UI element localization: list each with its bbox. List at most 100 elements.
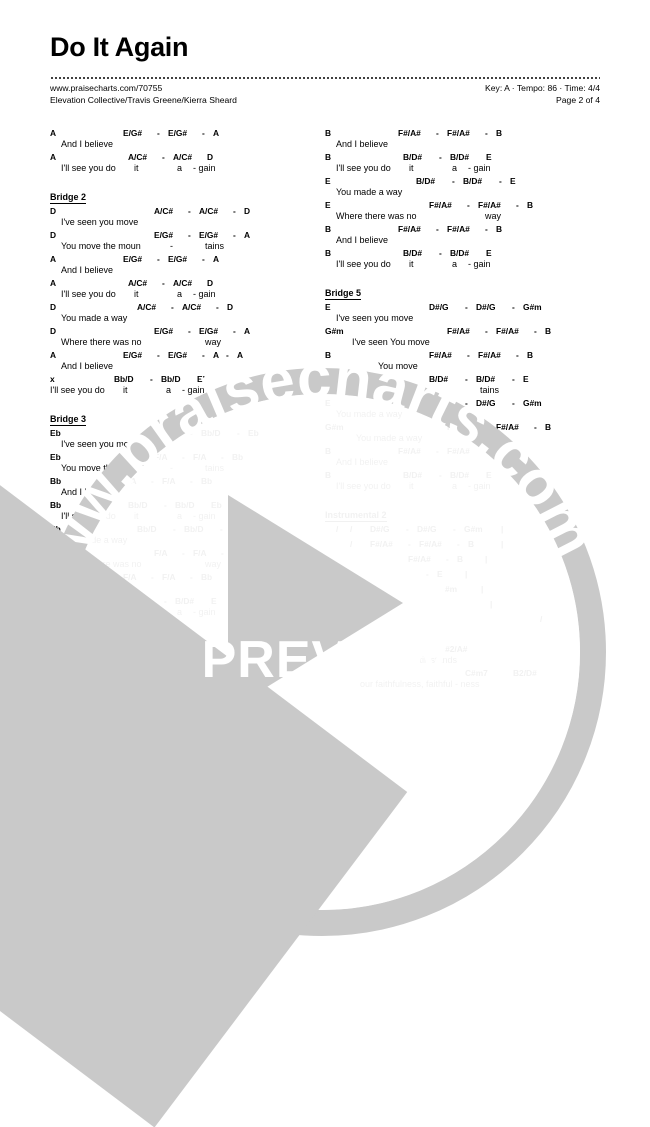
lyric-row: I'll see you do it a - gain — [325, 259, 600, 272]
chord-symbol: - — [221, 452, 224, 462]
chord-lyric-line: D A/C# - A/C# - D You made a way — [50, 302, 325, 326]
chord-symbol: - — [436, 128, 439, 138]
lyric-text: a — [177, 607, 183, 617]
chord-symbol: D — [227, 302, 234, 312]
play-icon — [50, 795, 70, 815]
lyric-row: You made a way — [325, 433, 600, 446]
lyric-text: - — [170, 685, 173, 695]
chord-symbol: B — [325, 248, 332, 258]
chord-lyric-line: E F#/A# - F#/A# You move the moun - tains — [50, 674, 325, 698]
chord-symbol: Bb/D — [137, 524, 157, 534]
chord-symbol: G#m — [325, 422, 344, 432]
chord-row: Bb F/A - F/A - Bb - — [50, 572, 325, 583]
lyric-row: I've seen you move — [325, 313, 600, 326]
chord-row: A E/G# - E/G# - A — [50, 254, 325, 265]
chord-symbol: F#/A# — [203, 674, 226, 684]
chord-symbol: - — [202, 254, 205, 264]
lyric-row: And I believe — [325, 235, 600, 248]
chord-row: B F#/A# - F#/A# - B — [325, 224, 600, 235]
lyric-text: I'll see you do — [61, 607, 116, 617]
chord-symbol: F#/A# — [447, 422, 470, 432]
chord-symbol: D#/G — [429, 398, 449, 408]
chord-symbol: A — [50, 128, 57, 138]
chord-symbol: - — [157, 128, 160, 138]
chord-symbol: F/A — [193, 452, 207, 462]
instrumental-bar: / — [325, 614, 600, 629]
lyric-row: You made a way — [50, 313, 325, 326]
chord-symbol: B/D# — [450, 248, 470, 258]
lyric-text: And I believe — [336, 235, 389, 245]
lyric-row: I'll see you do it a - gain — [325, 163, 600, 176]
chord-row: Bb Bb/D - Bb/D Eb — [50, 500, 325, 511]
instrumental-bar: / F#/A# - F#/A# - B | — [325, 539, 600, 554]
lyric-row: I'll see you do it a - gain — [325, 481, 600, 494]
chord-lyric-line: A E/G# - E/G# - A And I believe — [50, 128, 325, 152]
lyric-row: Where there was no way — [325, 211, 600, 224]
chord-symbol: - — [151, 476, 154, 486]
chord-symbol: A — [50, 278, 57, 288]
chord-lyric-line: A E/G# - E/G# - A And I believe — [50, 254, 325, 278]
lyric-text: Where there was no — [61, 337, 142, 347]
lyric-text: it — [134, 289, 139, 299]
instrumental-bar: - E | — [325, 569, 600, 584]
chord-symbol: - — [516, 200, 519, 210]
lyric-row: You move the moun - tains — [50, 241, 325, 254]
chord-symbol: - — [190, 428, 193, 438]
lyric-row: I'll see you do it a - gain — [50, 163, 325, 176]
lyric-text: - gain — [193, 289, 216, 299]
chord-row: x Bb/D - Bb/D Eb — [50, 374, 325, 385]
chord-symbol: A — [50, 254, 57, 264]
chord-symbol: Bb/D — [161, 374, 181, 384]
chord-lyric-line: Bb F/A - F/A - Bb - And I believe — [50, 572, 325, 596]
lyric-text: And I believe — [61, 487, 114, 497]
chord-lyric-line: A A/C# - A/C# D I'll see you do it a - gain — [50, 278, 325, 302]
chord-symbol: A — [50, 350, 57, 360]
chord-symbol: - — [457, 539, 460, 549]
chord-symbol: E — [211, 596, 217, 606]
lyric-row: You made a way — [325, 187, 600, 200]
chord-symbol: Eb — [50, 452, 61, 462]
lyric-text: way — [205, 337, 222, 347]
chord-symbol: - — [485, 446, 488, 456]
chord-symbol: - — [233, 230, 236, 240]
chord-lyric-line: B B/D# - B/D# - Etains — [325, 374, 600, 398]
chord-lyric-line: B F#/A# - F#/A# - B And I believe — [325, 224, 600, 248]
lyric-text: a — [177, 289, 183, 299]
chord-row: B F#/A# - F#/A# - B — [325, 350, 600, 361]
lyric-text: You made a way — [336, 409, 403, 419]
chord-symbol: - — [467, 200, 470, 210]
chord-symbol: - — [188, 230, 191, 240]
chord-symbol: - — [190, 650, 193, 660]
chord-symbol: A — [50, 152, 57, 162]
instrumental-bar: | — [325, 599, 600, 614]
chord-symbol: x — [50, 374, 55, 384]
chord-symbol: E — [510, 176, 516, 186]
chord-symbol: A — [244, 326, 251, 336]
chord-symbol: F#/A# — [429, 200, 452, 210]
lyric-row: I'll see you do it a - gain — [50, 385, 325, 398]
chord-symbol: - — [182, 452, 185, 462]
lyric-text: I've seen you move — [61, 217, 139, 227]
chord-symbol: - — [512, 302, 515, 312]
chord-symbol: - — [229, 572, 232, 582]
chord-row: / / D#/G - D#/G - G#m | — [325, 524, 600, 535]
chord-symbol: D — [50, 230, 57, 240]
chord-symbol: - — [237, 428, 240, 438]
lyric-row: still stands — [325, 655, 600, 668]
chord-lyric-line: G#m F#/A# - F#/A# - B You made a way — [325, 422, 600, 446]
chord-symbol: A/C# — [199, 206, 219, 216]
chord-row: D A/C# - A/C# - D — [50, 206, 325, 217]
chord-symbol: F#/A# — [447, 446, 470, 456]
chord-symbol: Bb — [50, 500, 62, 510]
chord-symbol: - — [171, 302, 174, 312]
lyric-row: You made a way — [50, 535, 325, 548]
lyric-text: - gain — [468, 259, 491, 269]
chord-symbol: - — [157, 254, 160, 264]
chord-symbol: B — [457, 554, 464, 564]
praisecharts-logo: PraiseCharts — [50, 795, 164, 815]
chord-symbol: D — [244, 206, 251, 216]
chord-symbol: / — [350, 539, 353, 549]
chord-row: F#/A# - B | — [325, 554, 600, 565]
